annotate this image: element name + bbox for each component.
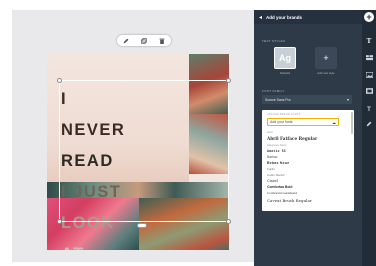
draw-icon xyxy=(366,121,372,127)
floating-toolbar xyxy=(117,35,171,46)
panel-title: Add your brands xyxy=(266,14,303,20)
resize-handle[interactable] xyxy=(57,219,62,224)
font-option[interactable]: Caveat Brush Regular xyxy=(267,198,312,203)
font-option[interactable]: Cardo xyxy=(267,167,275,171)
upload-cloud-icon: ☁ xyxy=(332,119,336,125)
back-arrow-icon[interactable]: ◂ xyxy=(259,14,262,21)
chevron-down-icon: ▾ xyxy=(346,97,349,102)
add-fonts-label: Add your fonts xyxy=(270,120,293,124)
resize-handle[interactable] xyxy=(57,78,62,83)
edit-icon[interactable] xyxy=(121,36,131,45)
tool-rail: + T T xyxy=(362,10,376,266)
rail-item-background[interactable] xyxy=(362,81,376,99)
font-option[interactable]: Amatic SC xyxy=(267,149,286,153)
plus-icon: + xyxy=(323,53,329,63)
text-icon: T xyxy=(366,37,372,45)
add-style-button[interactable]: + xyxy=(315,47,337,69)
font-option[interactable]: Abril Fatface Regular xyxy=(267,136,317,141)
font-option[interactable]: Cinzel xyxy=(267,179,278,183)
brand-icon: T xyxy=(367,107,371,113)
poster-line: AT xyxy=(61,246,211,250)
font-option[interactable]: Comfortaa Bold xyxy=(267,185,292,189)
font-option[interactable]: Bebas Neue xyxy=(267,161,289,165)
font-option[interactable]: Alegreya Sans xyxy=(267,143,287,147)
app: I NEVER READ I JUST LOOK AT ◂ Add your b… xyxy=(0,0,376,266)
copy-icon[interactable] xyxy=(139,36,149,45)
font-option[interactable]: Cabin Sketch xyxy=(267,173,285,177)
resize-handle[interactable] xyxy=(226,78,231,83)
background-icon xyxy=(365,88,373,94)
elements-icon xyxy=(365,55,373,61)
panel-header: ◂ Add your brands xyxy=(254,10,362,24)
plus-icon: + xyxy=(364,12,374,22)
default-style-caption: Defaults xyxy=(279,71,291,75)
font-family-label: FONT FAMILY xyxy=(262,89,285,93)
text-styles-label: TEXT STYLES xyxy=(262,39,286,43)
rotate-handle[interactable] xyxy=(137,223,147,228)
font-family-select[interactable]: Source Sans Pro ▾ xyxy=(262,95,352,104)
resize-handle[interactable] xyxy=(226,219,231,224)
upload-fonts-label: UPLOAD BRAND FONTS xyxy=(267,113,301,116)
font-option[interactable]: Barlow xyxy=(267,155,277,159)
canvas-workspace: I NEVER READ I JUST LOOK AT xyxy=(12,10,254,262)
brand-panel: ◂ Add your brands TEXT STYLES Ag Default… xyxy=(254,10,362,266)
rail-item-add[interactable]: + xyxy=(362,12,376,22)
default-style-tile[interactable]: Ag xyxy=(274,47,296,69)
rail-item-text[interactable]: T xyxy=(362,30,376,48)
add-style-caption: Add new style xyxy=(317,71,335,75)
photos-icon xyxy=(365,71,373,79)
rail-item-draw[interactable] xyxy=(362,114,376,132)
selection-box[interactable] xyxy=(57,78,231,224)
font-select-value: Source Sans Pro xyxy=(265,97,291,102)
rail-item-elements[interactable] xyxy=(362,48,376,66)
font-option[interactable]: Arvo xyxy=(267,130,273,134)
dropdown-scrollbar[interactable] xyxy=(351,112,353,134)
delete-icon[interactable] xyxy=(157,36,167,45)
font-option[interactable]: Cormorant Garamond xyxy=(267,191,297,195)
add-fonts-button[interactable]: Add your fonts ☁ xyxy=(267,118,339,126)
font-dropdown[interactable]: UPLOAD BRAND FONTS Add your fonts ☁ Arvo… xyxy=(262,110,354,211)
default-style-preview: Ag xyxy=(279,53,291,63)
